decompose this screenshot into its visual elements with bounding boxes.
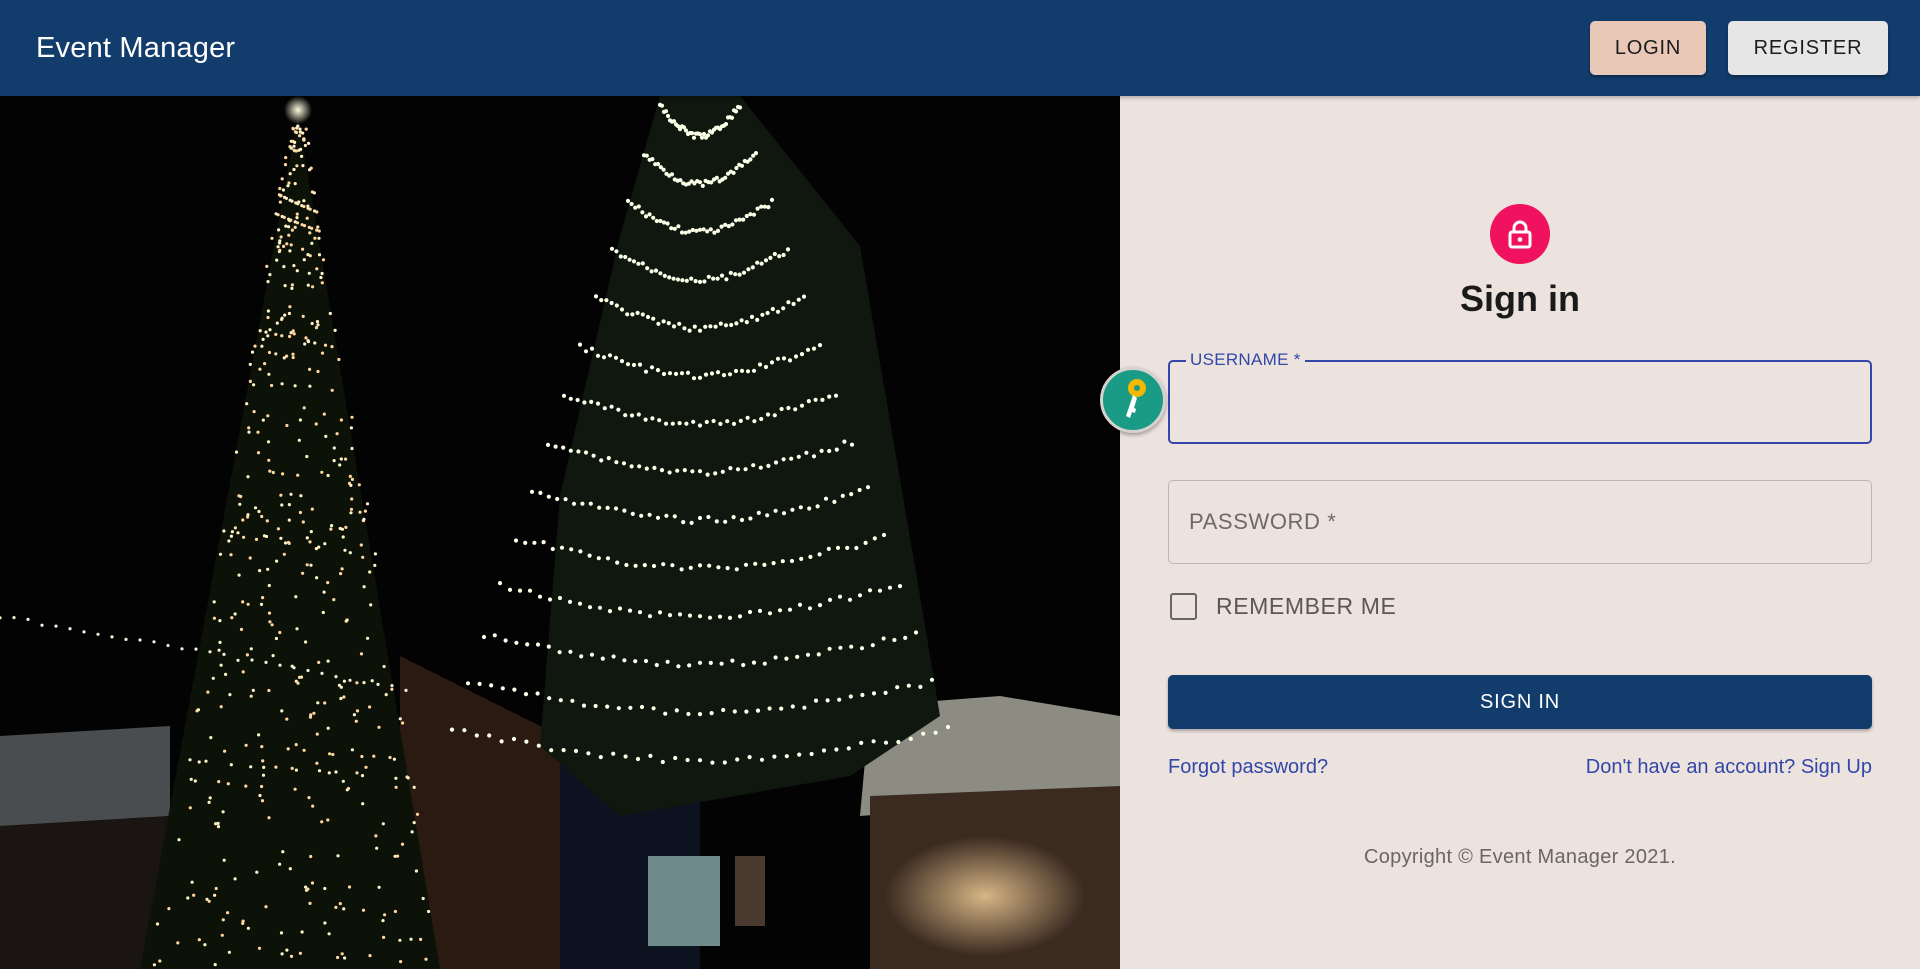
forgot-password-link[interactable]: Forgot password?: [1168, 756, 1328, 779]
register-button[interactable]: REGISTER: [1728, 21, 1888, 75]
login-button[interactable]: LOGIN: [1590, 21, 1706, 75]
password-manager-badge[interactable]: [1100, 367, 1166, 433]
app-bar: Event Manager LOGIN REGISTER: [0, 0, 1920, 96]
key-icon: [1126, 379, 1146, 418]
remember-label: REMEMBER ME: [1216, 593, 1397, 619]
app-title: Event Manager: [36, 31, 236, 64]
lock-avatar: [1490, 204, 1550, 264]
hero-image: [0, 96, 1120, 969]
password-input[interactable]: [1169, 481, 1871, 563]
remember-checkbox[interactable]: [1170, 593, 1197, 620]
copyright: Copyright © Event Manager 2021.: [1364, 846, 1676, 868]
username-field[interactable]: USERNAME *: [1168, 350, 1872, 444]
signin-title: Sign in: [1460, 278, 1580, 319]
sign-in-button[interactable]: SIGN IN: [1168, 675, 1872, 729]
username-input[interactable]: [1170, 362, 1870, 442]
password-field[interactable]: PASSWORD *: [1168, 480, 1872, 564]
lock-icon: [1508, 220, 1532, 249]
signin-panel: Sign in USERNAME * PASSWORD * REMEMBER M…: [1120, 96, 1920, 969]
sign-up-link[interactable]: Don't have an account? Sign Up: [1586, 756, 1872, 779]
remember-me[interactable]: REMEMBER ME: [1168, 593, 1396, 620]
christmas-trees-photo: [0, 96, 1120, 969]
